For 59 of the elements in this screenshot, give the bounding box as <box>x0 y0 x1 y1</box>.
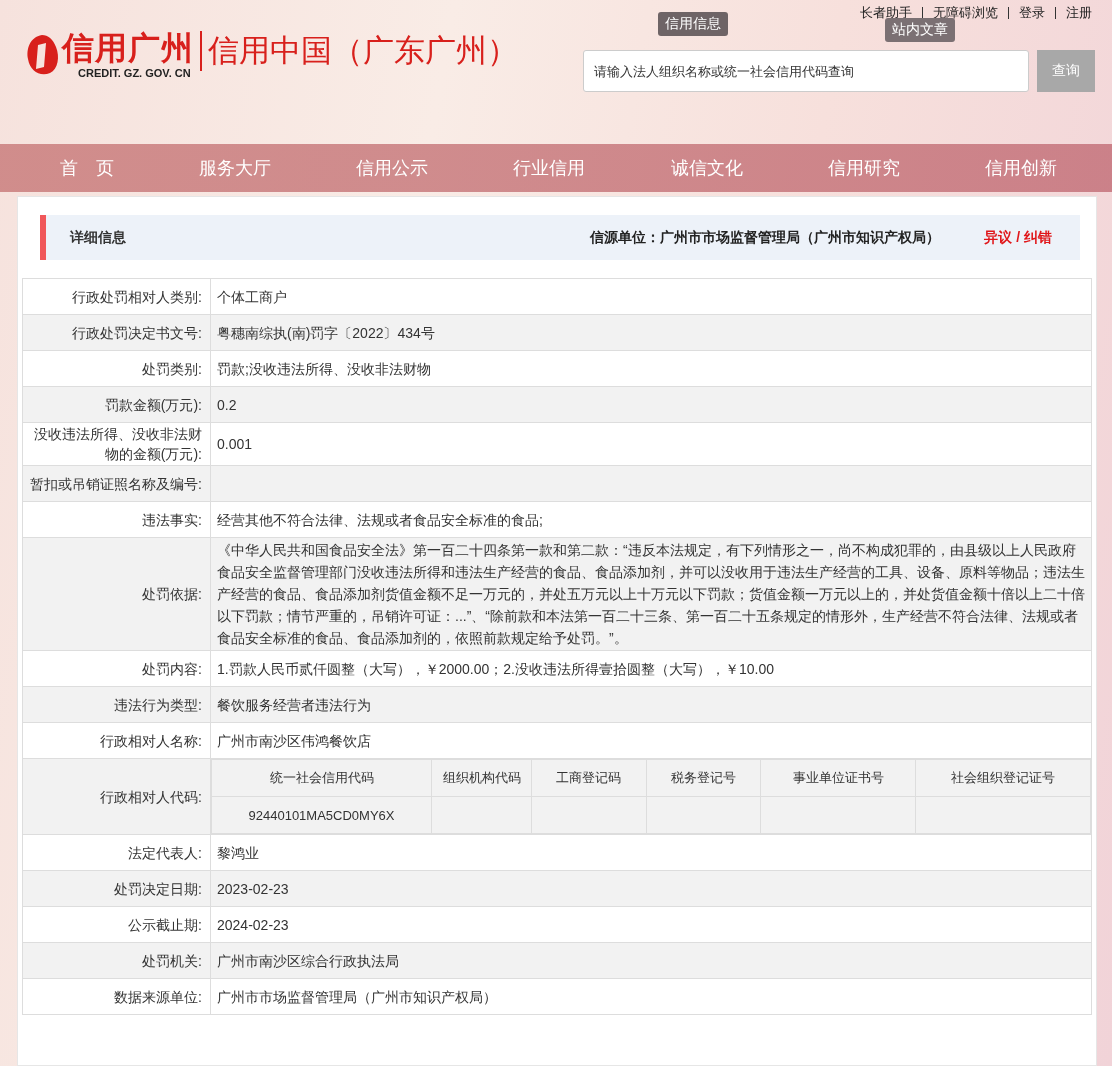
table-cell: 92440101MA5CD0MY6X <box>211 796 432 834</box>
field-value: 广州市南沙区综合行政执法局 <box>210 942 1092 979</box>
column-header: 税务登记号 <box>646 759 761 797</box>
field-value: 广州市南沙区伟鸿餐饮店 <box>210 722 1092 759</box>
top-link[interactable]: 登录 <box>1009 4 1055 22</box>
field-label: 公示截止期: <box>22 906 211 943</box>
field-label: 罚款金额(万元): <box>22 386 211 423</box>
field-value: 0.2 <box>210 386 1092 423</box>
field-label: 暂扣或吊销证照名称及编号: <box>22 465 211 502</box>
search-field[interactable]: 请输入法人组织名称或统一社会信用代码查询 <box>583 50 1029 92</box>
nav-item[interactable]: 诚信文化 <box>670 156 743 180</box>
field-label: 行政处罚相对人类别: <box>22 278 211 315</box>
column-header: 工商登记码 <box>531 759 647 797</box>
field-value: 2024-02-23 <box>210 906 1092 943</box>
field-value: 0.001 <box>210 422 1092 466</box>
nav-item[interactable]: 服务大厅 <box>199 156 272 180</box>
logo-subtitle: CREDIT. GZ. GOV. CN <box>77 66 192 80</box>
nav-item[interactable]: 信用研究 <box>827 156 900 180</box>
field-value: 个体工商户 <box>210 278 1092 315</box>
field-label: 处罚决定日期: <box>22 870 211 907</box>
field-label: 行政相对人名称: <box>22 722 211 759</box>
field-label: 处罚依据: <box>22 537 211 651</box>
nav-item[interactable]: 信用创新 <box>984 156 1057 180</box>
search-tab[interactable]: 站内文章 <box>885 18 955 42</box>
field-value: 1.罚款人民币贰仟圆整（大写），￥2000.00；2.没收违法所得壹拾圆整（大写），￥10.00 <box>210 650 1092 687</box>
column-header: 统一社会信用代码 <box>211 759 432 797</box>
field-label: 违法事实: <box>22 501 211 538</box>
site-title: 信用中国（广东广州） <box>200 31 518 71</box>
field-value: 黎鸿业 <box>210 834 1092 871</box>
source-text: 信源单位：广州市市场监督管理局（广州市知识产权局） <box>590 228 941 247</box>
field-label: 处罚类别: <box>22 350 211 387</box>
field-value: 粤穗南综执(南)罚字〔2022〕434号 <box>210 314 1092 351</box>
field-value: 《中华人民共和国食品安全法》第一百二十四条第一款和第二款：“违反本法规定，有下列情形之一，尚不构成犯罪的，由县级以上人民政府食品安全监督管理部门没收违法所得和违法生产经营的食品、食品添加剂，并可以没收用于违法生产经营的工具、设备、原料等物品；违法生产经营的食品、食品添加剂货值金额不足一万元的，并处五万元以上十万元以下罚款；货值金额一万元以上的，并处货值金额十倍以上二十倍以下罚款；情节严重的，吊销许可证：...”、“除前款和本法第一百二十三条、第一百二十五条规定的情形外，生产经营不符合法律、法规或者食品安全标准的食品、食品添加剂的，依照前款规定给予处罚。”。 <box>210 537 1092 651</box>
column-header: 事业单位证书号 <box>760 759 916 797</box>
field-label: 处罚内容: <box>22 650 211 687</box>
nav-item[interactable]: 信用公示 <box>356 156 429 180</box>
field-value: 罚款;没收违法所得、没收非法财物 <box>210 350 1092 387</box>
search-button[interactable]: 查询 <box>1037 50 1095 92</box>
field-label: 处罚机关: <box>22 942 211 979</box>
panel-title: 详细信息 <box>70 228 127 247</box>
field-value: 2023-02-23 <box>210 870 1092 907</box>
column-header: 组织机构代码 <box>431 759 532 797</box>
field-label: 行政相对人代码: <box>22 758 211 835</box>
field-label: 行政处罚决定书文号: <box>22 314 211 351</box>
nav-item[interactable]: 行业信用 <box>513 156 586 180</box>
field-label: 没收违法所得、没收非法财物的金额(万元): <box>22 422 211 466</box>
field-label: 违法行为类型: <box>22 686 211 723</box>
top-link[interactable]: 注册 <box>1056 4 1102 22</box>
objection-link[interactable]: 异议 / 纠错 <box>984 228 1052 247</box>
field-label: 数据来源单位: <box>22 978 211 1015</box>
field-value: 餐饮服务经营者违法行为 <box>210 686 1092 723</box>
field-label: 法定代表人: <box>22 834 211 871</box>
nav-item[interactable]: 首 页 <box>60 156 114 180</box>
field-value: 经营其他不符合法律、法规或者食品安全标准的食品; <box>210 501 1092 538</box>
search-tab[interactable]: 信用信息 <box>658 12 728 36</box>
field-value: 广州市市场监督管理局（广州市知识产权局） <box>210 978 1092 1015</box>
column-header: 社会组织登记证号 <box>915 759 1091 797</box>
logo-title: 信用广州 <box>62 30 194 66</box>
top-link[interactable]: 无障碍浏览 <box>923 4 1008 22</box>
